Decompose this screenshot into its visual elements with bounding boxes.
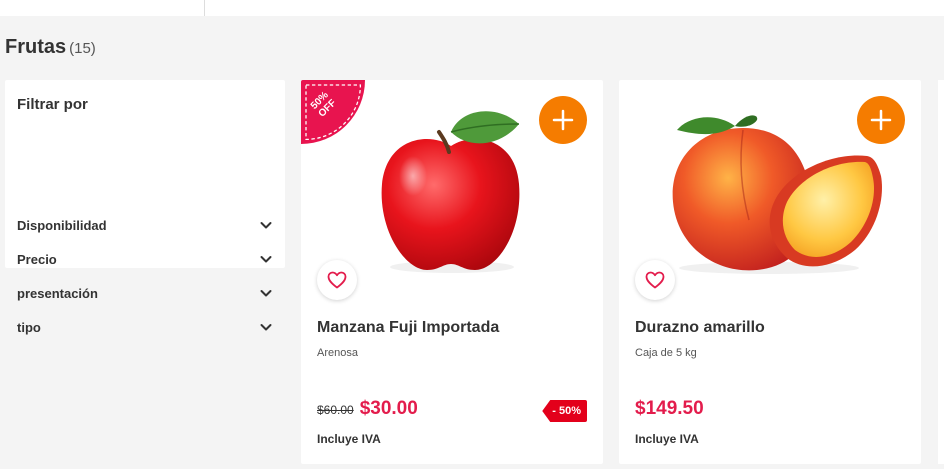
filter-label: tipo <box>17 319 41 335</box>
plus-icon <box>870 109 892 131</box>
chevron-down-icon <box>260 256 272 263</box>
price-row: $149.50 <box>635 398 704 420</box>
top-bar <box>0 0 944 16</box>
filter-presentation[interactable]: presentación <box>17 281 273 305</box>
discount-corner-badge: 50% OFF <box>301 80 365 144</box>
filter-price[interactable]: Precio <box>17 247 273 271</box>
favorite-button[interactable] <box>317 260 357 300</box>
filter-availability[interactable]: Disponibilidad <box>17 213 273 237</box>
filters-panel: Filtrar por Disponibilidad Precio presen… <box>5 80 285 335</box>
current-price: $30.00 <box>359 398 418 419</box>
heart-icon <box>327 271 347 289</box>
filter-label: Disponibilidad <box>17 217 107 233</box>
category-count: (15) <box>69 40 96 57</box>
product-subtitle: Arenosa <box>317 347 358 359</box>
heart-icon <box>645 271 665 289</box>
filters-title: Filtrar por <box>17 96 88 113</box>
product-name[interactable]: Manzana Fuji Importada <box>317 319 499 337</box>
filter-label: Precio <box>17 251 57 267</box>
tax-note: Incluye IVA <box>317 432 381 446</box>
product-subtitle: Caja de 5 kg <box>635 347 697 359</box>
price-row: $60.00 $30.00 <box>317 398 418 420</box>
add-to-cart-button[interactable] <box>539 96 587 144</box>
product-card[interactable]: 50% OFF Manzana Fuji Importada Arenosa $… <box>301 80 603 464</box>
tax-note: Incluye IVA <box>635 432 699 446</box>
current-price: $149.50 <box>635 398 704 419</box>
old-price: $60.00 <box>317 403 354 417</box>
category-title: Frutas <box>5 36 67 58</box>
next-product-card[interactable] <box>938 80 944 464</box>
filter-type[interactable]: tipo <box>17 315 273 339</box>
page-title: Frutas (15) <box>5 36 96 59</box>
chevron-down-icon <box>260 324 272 331</box>
product-name[interactable]: Durazno amarillo <box>635 319 765 337</box>
add-to-cart-button[interactable] <box>857 96 905 144</box>
chevron-down-icon <box>260 290 272 297</box>
plus-icon <box>552 109 574 131</box>
product-card[interactable]: Durazno amarillo Caja de 5 kg $149.50 In… <box>619 80 921 464</box>
favorite-button[interactable] <box>635 260 675 300</box>
chevron-down-icon <box>260 222 272 229</box>
discount-tag: - 50% <box>542 400 587 422</box>
filter-label: presentación <box>17 285 98 301</box>
top-bar-divider <box>204 0 205 16</box>
